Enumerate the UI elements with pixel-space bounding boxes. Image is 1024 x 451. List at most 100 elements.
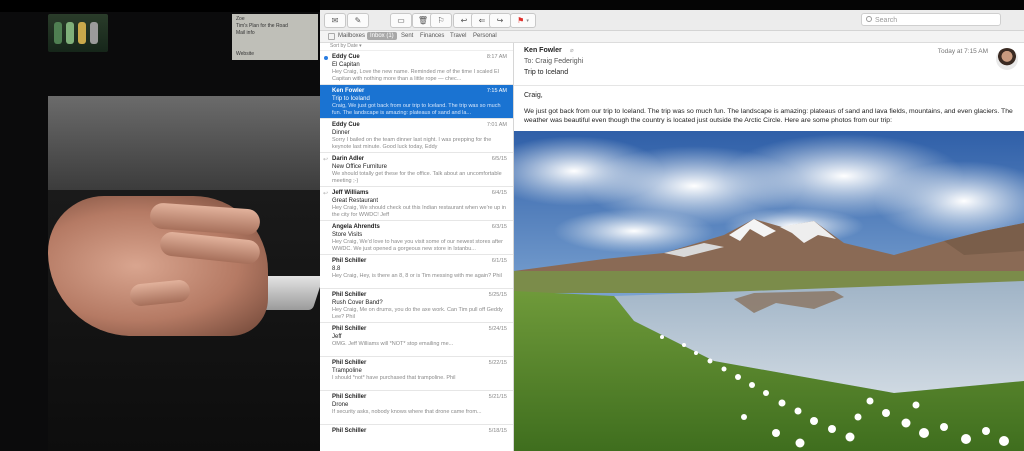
note-line: Zoe — [236, 16, 245, 22]
forward-button[interactable]: ↪ — [489, 13, 511, 28]
message-date: 7:01 AM — [486, 122, 507, 128]
message-subject: New Office Furniture — [332, 164, 387, 170]
message-preview: I should *not* have purchased that tramp… — [332, 375, 456, 381]
unread-dot-icon — [324, 56, 328, 60]
message-row[interactable]: Eddy Cue 7:01 AM Dinner Sorry I bailed on t… — [320, 119, 513, 153]
message-date: 6/3/15 — [491, 224, 507, 230]
chevron-down-icon: ▾ — [526, 17, 529, 24]
to-label: To: — [524, 58, 534, 65]
favorite-mailboxes[interactable]: Mailboxes — [335, 32, 368, 40]
message-sender: Eddy Cue — [332, 122, 360, 128]
search-field[interactable]: Search — [861, 13, 1001, 26]
message-sender: Phil Schiller — [332, 394, 367, 400]
message-subject: El Capitan — [332, 62, 360, 68]
message-viewer: Ken Fowler ⌀ To: Craig Federighi Trip to… — [514, 43, 1024, 451]
favorite-personal[interactable]: Personal — [470, 32, 500, 40]
message-preview: OMG. Jeff Williams will *NOT* stop email… — [332, 341, 454, 347]
message-row[interactable]: Phil Schiller 5/22/15 Trampoline I should *… — [320, 357, 513, 391]
camera-background-screen — [48, 14, 108, 52]
camera-feed: Zoe Tim's Plan for the Road Mail info We… — [0, 0, 320, 451]
message-sender: Phil Schiller — [332, 326, 367, 332]
message-row[interactable]: Phil Schiller 5/18/15 — [320, 425, 513, 451]
message-sender: Darin Adler — [332, 156, 365, 162]
compose-button[interactable]: ✎ — [347, 13, 369, 28]
junk-button[interactable]: ⚐ — [430, 13, 452, 28]
message-date: 6/5/15 — [491, 156, 507, 162]
message-body: We just got back from our trip to Icelan… — [524, 108, 1013, 124]
message-row[interactable]: Ken Fowler 7:15 AM Trip to Iceland Craig, W… — [320, 85, 513, 119]
favorite-sent[interactable]: Sent — [398, 32, 416, 40]
message-sender: Phil Schiller — [332, 428, 367, 434]
mail-window: ✉ ✎ ▭ 🗑 ⚐ ↩ ⇐ ↪ ⚑ ▾ Search Mailboxes Inbo… — [320, 10, 1024, 451]
message-date: 5/21/15 — [488, 394, 507, 400]
message-row[interactable]: ↩ Darin Adler 6/5/15 New Office Furniture We… — [320, 153, 513, 187]
message-preview: If security asks, nobody knows where tha… — [332, 409, 482, 415]
message-row[interactable]: Phil Schiller 6/1/15 8.8 Hey Craig, Hey, is… — [320, 255, 513, 289]
camera-monitor — [48, 96, 320, 190]
message-to: To: Craig Federighi — [524, 58, 583, 65]
message-list: Sort by Date ▾ Eddy Cue 8:17 AM El Capitan… — [320, 43, 514, 451]
message-sender: Jeff Williams — [332, 190, 369, 196]
header-divider — [514, 85, 1024, 86]
message-date: 5/18/15 — [488, 428, 507, 434]
toolbar: ✉ ✎ ▭ 🗑 ⚐ ↩ ⇐ ↪ ⚑ ▾ Search — [320, 10, 1024, 31]
message-subject: 8.8 — [332, 266, 341, 272]
sender-avatar — [996, 48, 1018, 70]
flag-icon: ⚑ — [517, 15, 525, 25]
attachment-icon: ⌀ — [570, 48, 574, 54]
archive-button[interactable]: ▭ — [390, 13, 412, 28]
message-preview — [332, 435, 507, 449]
to-recipient[interactable]: Craig Federighi — [535, 58, 583, 65]
message-preview: Hey Craig, Me on drums, you do the axe w… — [332, 307, 503, 320]
message-row[interactable]: Eddy Cue 8:17 AM El Capitan Hey Craig, Love… — [320, 51, 513, 85]
message-date: 6/4/15 — [491, 190, 507, 196]
sort-control[interactable]: Sort by Date ▾ — [320, 43, 513, 51]
favorite-finances[interactable]: Finances — [417, 32, 447, 40]
landscape-image — [514, 131, 1024, 451]
sidebar-toggle[interactable] — [328, 33, 335, 40]
replied-icon: ↩ — [323, 191, 329, 197]
message-subject: Trampoline — [332, 368, 362, 374]
message-subject: Trip to Iceland — [524, 69, 569, 76]
message-subject: Dinner — [332, 130, 350, 136]
junk-icon: ⚐ — [437, 15, 445, 25]
envelope-icon: ✉ — [331, 15, 339, 25]
message-preview: Craig, We just got back from our trip to… — [332, 103, 501, 116]
message-row[interactable]: Angela Ahrendts 6/3/15 Store Visits Hey Cra… — [320, 221, 513, 255]
message-preview: Hey Craig, Hey, is there an 8, 8 or is T… — [332, 273, 502, 279]
message-date: Today at 7:15 AM — [937, 48, 988, 55]
message-sender: Phil Schiller — [332, 360, 367, 366]
search-placeholder: Search — [875, 17, 898, 24]
message-preview: Hey Craig, Love the new name. Reminded m… — [332, 69, 499, 82]
message-preview: We should totally get these for the offi… — [332, 171, 502, 184]
message-preview: Hey Craig, We'd love to have you visit s… — [332, 239, 503, 252]
message-greeting: Craig, — [524, 92, 543, 99]
note-line: Tim's Plan for the Road — [236, 23, 288, 29]
message-subject: Jeff — [332, 334, 342, 340]
message-row[interactable]: Phil Schiller 5/21/15 Drone If security ask… — [320, 391, 513, 425]
message-subject: Rush Cover Band? — [332, 300, 383, 306]
message-subject: Store Visits — [332, 232, 363, 238]
message-from[interactable]: Ken Fowler — [524, 47, 562, 54]
message-subject: Great Restaurant — [332, 198, 379, 204]
compose-icon: ✎ — [354, 15, 362, 25]
flag-button[interactable]: ⚑ ▾ — [510, 13, 536, 28]
get-mail-button[interactable]: ✉ — [324, 13, 346, 28]
message-sender: Angela Ahrendts — [332, 224, 380, 230]
message-row[interactable]: Phil Schiller 5/25/15 Rush Cover Band? Hey … — [320, 289, 513, 323]
message-row[interactable]: ↩ Jeff Williams 6/4/15 Great Restaurant Hey … — [320, 187, 513, 221]
forward-icon: ↪ — [496, 15, 504, 25]
message-row[interactable]: Phil Schiller 5/24/15 Jeff OMG. Jeff Willia… — [320, 323, 513, 357]
message-sender: Eddy Cue — [332, 54, 360, 60]
message-date: 5/25/15 — [488, 292, 507, 298]
message-sender: Ken Fowler — [332, 88, 365, 94]
note-line: Website — [236, 51, 254, 57]
favorite-inbox[interactable]: Inbox (1) — [367, 32, 397, 40]
message-date: 5/22/15 — [488, 360, 507, 366]
message-date: 6/1/15 — [491, 258, 507, 264]
favorite-travel[interactable]: Travel — [447, 32, 469, 40]
iceland-photo[interactable] — [514, 131, 1024, 451]
message-date: 8:17 AM — [486, 54, 507, 60]
message-sender: Phil Schiller — [332, 258, 367, 264]
favorites-bar: Mailboxes Inbox (1) Sent Finances Travel… — [320, 31, 1024, 43]
